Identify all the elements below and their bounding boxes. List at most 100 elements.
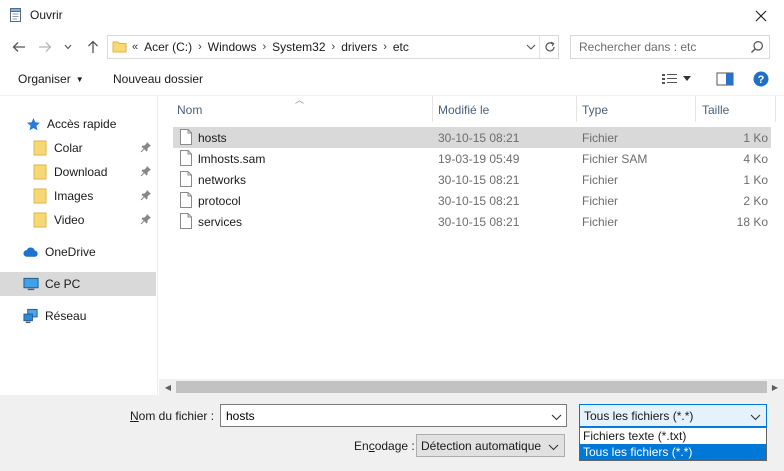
- filetype-option-text[interactable]: Fichiers texte (*.txt): [580, 428, 766, 444]
- sidebar-item-label: Images: [54, 189, 94, 203]
- sidebar-item-label: Ce PC: [45, 277, 81, 291]
- forward-button[interactable]: [35, 37, 55, 57]
- back-button[interactable]: [9, 37, 29, 57]
- sidebar-item-video[interactable]: Video: [0, 208, 156, 232]
- pin-icon[interactable]: [140, 141, 152, 156]
- breadcrumb-separator[interactable]: ›: [332, 41, 336, 53]
- new-folder-label: Nouveau dossier: [113, 72, 204, 86]
- column-header-name[interactable]: Nom: [177, 96, 432, 122]
- breadcrumb-overflow[interactable]: «: [132, 41, 138, 53]
- file-type: Fichier: [582, 215, 619, 229]
- sidebar-item-network[interactable]: Réseau: [0, 304, 156, 328]
- new-folder-button[interactable]: Nouveau dossier: [113, 72, 203, 86]
- chevron-down-icon: [526, 44, 536, 50]
- sidebar-item-label: OneDrive: [45, 245, 96, 259]
- sidebar-item-onedrive[interactable]: OneDrive: [0, 240, 156, 264]
- file-row-protocol[interactable]: protocol 30-10-15 08:21 Fichier 2 Ko: [173, 190, 771, 211]
- search-icon[interactable]: [750, 40, 764, 57]
- up-button[interactable]: [83, 37, 103, 57]
- file-type: Fichier SAM: [582, 152, 648, 166]
- star-icon: [25, 116, 41, 132]
- breadcrumb-drivers[interactable]: drivers: [341, 40, 377, 54]
- network-icon: [23, 308, 39, 324]
- view-options-button[interactable]: [661, 69, 691, 89]
- caret-down-icon: [683, 76, 691, 81]
- chevron-down-icon: [750, 410, 761, 424]
- address-bar[interactable]: « Acer (C:) › Windows › System32 › drive…: [107, 35, 559, 59]
- file-size: 4 Ko: [743, 152, 768, 166]
- sidebar-item-images[interactable]: Images: [0, 184, 156, 208]
- breadcrumb: « Acer (C:) › Windows › System32 › drive…: [132, 40, 409, 54]
- arrow-right-icon: [39, 42, 52, 52]
- breadcrumb-etc[interactable]: etc: [393, 40, 409, 54]
- filename-input[interactable]: [221, 405, 541, 426]
- filetype-select[interactable]: Tous les fichiers (*.*): [579, 404, 767, 427]
- file-row-hosts[interactable]: hosts 30-10-15 08:21 Fichier 1 Ko: [173, 127, 771, 148]
- cloud-icon: [23, 244, 39, 260]
- file-modified: 30-10-15 08:21: [438, 173, 520, 187]
- view-list-icon: [662, 74, 677, 84]
- sidebar-item-quick-access[interactable]: Accès rapide: [0, 112, 156, 136]
- scroll-right-button[interactable]: ▶: [768, 381, 782, 393]
- sidebar-item-label: Colar: [54, 141, 83, 155]
- scroll-left-button[interactable]: ◀: [161, 381, 175, 393]
- sidebar-item-colar[interactable]: Colar: [0, 136, 156, 160]
- encoding-value: Détection automatique: [421, 439, 542, 453]
- file-icon: [180, 150, 192, 169]
- help-button[interactable]: ?: [753, 69, 769, 89]
- file-type: Fichier: [582, 194, 619, 208]
- breadcrumb-separator[interactable]: ›: [198, 41, 202, 53]
- column-header-size[interactable]: Taille: [702, 96, 774, 122]
- file-icon: [180, 213, 192, 232]
- filetype-dropdown-list: Fichiers texte (*.txt) Tous les fichiers…: [579, 427, 767, 461]
- preview-pane-button[interactable]: [716, 69, 734, 89]
- file-name: lmhosts.sam: [198, 152, 266, 166]
- column-divider[interactable]: [432, 96, 433, 122]
- encoding-select[interactable]: Détection automatique: [416, 434, 565, 457]
- chevron-down-icon: [64, 44, 72, 50]
- arrow-left-icon: [12, 42, 25, 52]
- pin-icon[interactable]: [140, 213, 152, 228]
- chevron-down-icon[interactable]: [551, 410, 562, 424]
- file-icon: [180, 171, 192, 190]
- column-divider[interactable]: [775, 96, 776, 122]
- recent-locations-button[interactable]: [61, 37, 75, 57]
- breadcrumb-separator[interactable]: ›: [262, 41, 266, 53]
- breadcrumb-separator[interactable]: ›: [383, 41, 387, 53]
- pin-icon[interactable]: [140, 165, 152, 180]
- refresh-button[interactable]: [539, 36, 559, 58]
- search-input[interactable]: [571, 36, 746, 58]
- sidebar-item-this-pc[interactable]: Ce PC: [0, 272, 156, 296]
- file-size: 1 Ko: [743, 131, 768, 145]
- sidebar-item-download[interactable]: Download: [0, 160, 156, 184]
- scrollbar-thumb[interactable]: [176, 381, 767, 393]
- file-row-lmhosts[interactable]: lmhosts.sam 19-03-19 05:49 Fichier SAM 4…: [173, 148, 771, 169]
- column-header-modified[interactable]: Modifié le: [438, 96, 576, 122]
- organize-menu[interactable]: Organiser ▼: [18, 72, 84, 86]
- folder-icon: [32, 188, 48, 204]
- sidebar-item-label: Accès rapide: [47, 117, 117, 131]
- filetype-value: Tous les fichiers (*.*): [584, 409, 694, 423]
- breadcrumb-acer[interactable]: Acer (C:): [144, 40, 192, 54]
- computer-icon: [23, 276, 39, 292]
- file-modified: 30-10-15 08:21: [438, 131, 520, 145]
- folder-icon: [32, 140, 48, 156]
- column-divider[interactable]: [695, 96, 696, 122]
- caret-down-icon: ▼: [75, 75, 84, 84]
- address-dropdown-button[interactable]: [523, 39, 539, 55]
- filetype-option-all[interactable]: Tous les fichiers (*.*): [580, 444, 766, 460]
- column-header-type[interactable]: Type: [582, 96, 695, 122]
- breadcrumb-windows[interactable]: Windows: [208, 40, 257, 54]
- window-title: Ouvrir: [30, 8, 63, 22]
- pin-icon[interactable]: [140, 189, 152, 204]
- refresh-icon: [544, 41, 555, 52]
- breadcrumb-system32[interactable]: System32: [272, 40, 325, 54]
- column-divider[interactable]: [576, 96, 577, 122]
- file-row-services[interactable]: services 30-10-15 08:21 Fichier 18 Ko: [173, 211, 771, 232]
- filename-combobox[interactable]: [220, 404, 567, 427]
- close-button[interactable]: [738, 0, 784, 31]
- search-box[interactable]: [570, 35, 770, 59]
- file-row-networks[interactable]: networks 30-10-15 08:21 Fichier 1 Ko: [173, 169, 771, 190]
- horizontal-scrollbar[interactable]: ◀ ▶: [159, 379, 784, 395]
- folder-icon: [112, 39, 127, 57]
